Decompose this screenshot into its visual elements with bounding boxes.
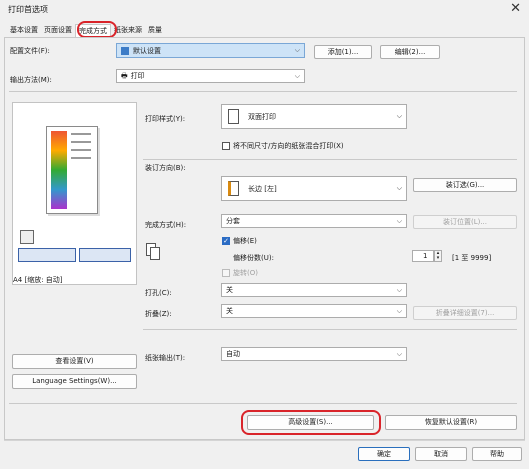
divider <box>9 91 517 92</box>
layout-toggle-right[interactable] <box>79 248 131 262</box>
chevron-down-icon: ⌵ <box>396 350 402 358</box>
duplex-page-icon <box>228 109 239 124</box>
binding-select[interactable]: 长边 [左] ⌵ <box>221 176 407 201</box>
preview-line <box>71 157 91 159</box>
binding-value: 长边 [左] <box>248 185 277 193</box>
finishing-label: 完成方式(H): <box>145 221 187 229</box>
restore-defaults-button[interactable]: 恢复默认设置(R) <box>385 415 517 430</box>
binding-page-icon <box>228 181 239 196</box>
footer-divider <box>4 440 525 441</box>
preview-line <box>71 149 91 151</box>
output-method-select[interactable]: 🖶 打印 ⌵ <box>116 69 305 83</box>
offset-count-label: 偏移份数(U): <box>233 254 274 262</box>
offset-count-spinner[interactable]: ▴ ▾ <box>434 250 442 262</box>
cancel-button[interactable]: 取消 <box>415 447 467 461</box>
close-icon[interactable]: ✕ <box>510 1 521 16</box>
binding-options-button[interactable]: 装订选(G)... <box>413 178 517 192</box>
tab-page-setup[interactable]: 页面设置 <box>41 24 75 37</box>
preview-color-strip <box>51 131 67 209</box>
chevron-down-icon: ⌵ <box>396 307 402 315</box>
window-title: 打印首选项 <box>8 5 48 14</box>
chevron-down-icon: ⌵ <box>396 286 402 294</box>
offset-count-input[interactable]: 1 <box>412 250 434 262</box>
profile-select[interactable]: 默认设置 ⌵ <box>116 43 305 58</box>
punch-value: 关 <box>226 286 233 294</box>
mixed-size-option[interactable]: 将不同尺寸/方向的纸张混合打印(X) <box>222 141 344 151</box>
print-style-label: 打印样式(Y): <box>145 115 186 123</box>
offset-option[interactable]: ✓ 偏移(E) <box>222 236 257 246</box>
mixed-size-label: 将不同尺寸/方向的纸张混合打印(X) <box>233 142 344 150</box>
offset-count-value: 1 <box>423 252 428 260</box>
divider <box>143 159 517 160</box>
chevron-down-icon: ⌵ <box>294 46 300 54</box>
offset-label: 偏移(E) <box>233 237 257 245</box>
layout-toggle-left[interactable] <box>18 248 76 262</box>
rotate-option[interactable]: 旋转(O) <box>222 268 258 278</box>
binding-label: 装订方向(B): <box>145 164 186 172</box>
fold-label: 折叠(Z): <box>145 310 172 318</box>
language-settings-button[interactable]: Language Settings(W)... <box>12 374 137 389</box>
chevron-down-icon: ⌵ <box>396 112 402 120</box>
profile-value: 默认设置 <box>133 46 161 55</box>
finishing-value: 分套 <box>226 217 240 225</box>
ok-button[interactable]: 确定 <box>358 447 410 461</box>
collate-icon <box>146 243 162 261</box>
punch-label: 打孔(C): <box>145 289 172 297</box>
offset-checkbox[interactable]: ✓ <box>222 237 230 245</box>
paper-output-label: 纸张输出(T): <box>145 354 186 362</box>
preview-line <box>71 141 91 143</box>
profile-label: 配置文件(F): <box>10 47 50 55</box>
advanced-button-highlight <box>241 410 381 435</box>
punch-select[interactable]: 关 ⌵ <box>221 283 407 297</box>
finishing-select[interactable]: 分套 ⌵ <box>221 214 407 228</box>
output-method-value: 打印 <box>130 72 145 80</box>
edit-profile-button[interactable]: 编辑(2)... <box>380 45 440 59</box>
chevron-down-icon: ⌵ <box>294 72 300 80</box>
output-method-label: 输出方法(M): <box>10 76 52 84</box>
preview-panel <box>12 102 137 285</box>
paper-output-value: 自动 <box>226 350 240 358</box>
staple-position-button[interactable]: 装订位置(L)... <box>413 215 517 229</box>
page-preview-image <box>46 126 98 214</box>
help-button[interactable]: 帮助 <box>472 447 522 461</box>
print-style-select[interactable]: 双面打印 ⌵ <box>221 104 407 129</box>
chevron-down-icon: ⌵ <box>396 184 402 192</box>
fold-details-button[interactable]: 折叠详细设置(7)... <box>413 306 517 320</box>
paper-output-select[interactable]: 自动 ⌵ <box>221 347 407 361</box>
rotate-label: 旋转(O) <box>233 269 258 277</box>
divider <box>143 329 517 330</box>
divider <box>9 403 517 404</box>
mixed-size-checkbox[interactable] <box>222 142 230 150</box>
view-settings-button[interactable]: 查看设置(V) <box>12 354 137 369</box>
offset-range: [1 至 9999] <box>452 254 492 262</box>
fold-value: 关 <box>226 307 233 315</box>
active-tab-highlight <box>77 21 117 38</box>
fold-select[interactable]: 关 ⌵ <box>221 304 407 318</box>
tab-basic[interactable]: 基本设置 <box>7 24 41 37</box>
profile-icon <box>121 46 129 55</box>
copies-icon <box>20 230 34 244</box>
print-style-value: 双面打印 <box>248 113 276 121</box>
preview-line <box>71 133 91 135</box>
printer-icon: 🖶 <box>121 72 128 80</box>
add-profile-button[interactable]: 添加(1)... <box>314 45 372 59</box>
preview-caption: A4 [缩放: 自动] <box>13 276 63 284</box>
chevron-down-icon: ⌵ <box>396 217 402 225</box>
tab-quality[interactable]: 质量 <box>145 24 165 37</box>
rotate-checkbox[interactable] <box>222 269 230 277</box>
